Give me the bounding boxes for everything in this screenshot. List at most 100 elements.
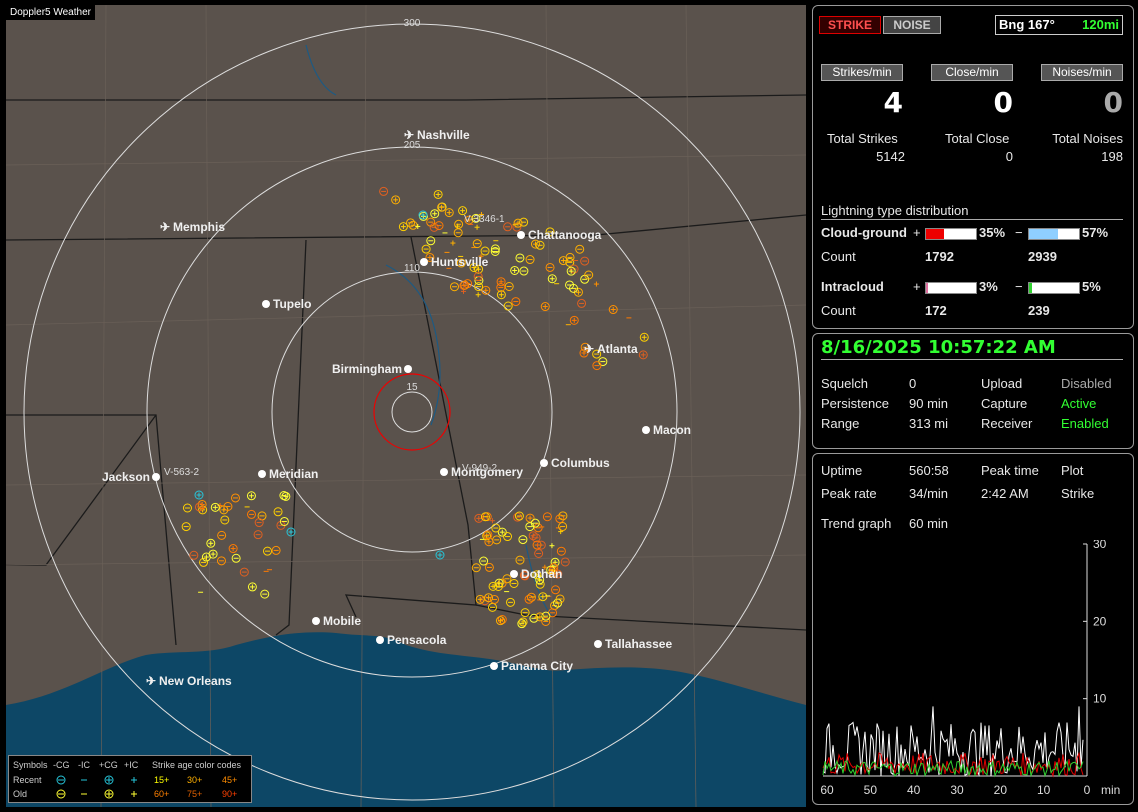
uptime-value: 560:58 <box>909 463 949 478</box>
city-marker[interactable]: Tallahassee <box>594 637 672 651</box>
city-dot-icon <box>152 473 160 481</box>
legend-col-3: +IC <box>124 760 139 770</box>
total-close-value: 0 <box>1005 149 1013 164</box>
noises-per-min-button[interactable]: Noises/min <box>1041 64 1123 81</box>
airport-icon: ✈ <box>146 674 156 688</box>
age-recent-1: 30+ <box>187 775 202 785</box>
map-canvas[interactable]: 30020511015 ✈ Nashville✈ MemphisChattanoog… <box>6 5 806 807</box>
city-label: Panama City <box>501 659 573 673</box>
capture-value: Active <box>1061 396 1097 411</box>
city-label: Birmingham <box>332 362 402 376</box>
legend-old-label: Old <box>13 789 27 799</box>
city-marker[interactable]: Pensacola <box>376 633 447 647</box>
city-marker[interactable]: ✈ Nashville <box>404 128 470 142</box>
legend-recent-symbols <box>56 775 137 785</box>
city-dot-icon <box>258 470 266 478</box>
distribution-title: Lightning type distribution <box>821 203 969 218</box>
total-strikes-label: Total Strikes <box>827 131 898 146</box>
trend-x-tick-label: 30 <box>950 783 964 797</box>
range-ring-label: 15 <box>406 382 418 393</box>
receiver-value: Enabled <box>1061 416 1109 431</box>
ic-positive-count: 172 <box>925 303 947 318</box>
total-close-label: Total Close <box>945 131 1010 146</box>
squelch-label: Squelch <box>821 376 868 391</box>
bearing-value: Bng 167° <box>999 17 1055 32</box>
city-marker[interactable]: Columbus <box>540 456 610 470</box>
lightning-map[interactable]: 300 205 110 15 ✈ Nashville ✈ Memphis Chattanoog… <box>6 5 806 807</box>
range-ring-label: 300 <box>404 18 421 29</box>
strikes-per-min-value: 4 <box>883 86 903 119</box>
vor-label: V-3346-1 <box>464 214 505 225</box>
ic-negative-bar <box>1028 282 1080 294</box>
city-dot-icon <box>510 570 518 578</box>
strike-mode-button[interactable]: STRIKE <box>819 16 881 34</box>
range-value: 313 mi <box>909 416 949 431</box>
total-noises-value: 198 <box>1101 149 1123 164</box>
cg-minus-sign: − <box>1015 225 1023 240</box>
city-label: Atlanta <box>597 342 638 356</box>
noise-mode-button[interactable]: NOISE <box>883 16 941 34</box>
ic-positive-pct: 3% <box>979 279 998 294</box>
city-marker[interactable]: ✈ Memphis <box>160 220 225 234</box>
ic-negative-count: 239 <box>1028 303 1050 318</box>
vor-label: V-563-2 <box>164 467 199 478</box>
city-dot-icon <box>376 636 384 644</box>
range-ring-label: 110 <box>404 263 420 274</box>
city-dot-icon <box>594 640 602 648</box>
cg-negative-bar <box>1028 228 1080 240</box>
total-noises-label: Total Noises <box>1052 131 1123 146</box>
legend-col-0: -CG <box>53 760 70 770</box>
cg-negative-count: 2939 <box>1028 249 1057 264</box>
status-divider <box>821 359 1123 360</box>
trend-graph-value: 60 min <box>909 516 949 531</box>
cg-positive-count: 1792 <box>925 249 954 264</box>
close-per-min-value: 0 <box>993 86 1013 119</box>
city-label: New Orleans <box>159 674 232 688</box>
legend-col-1: -IC <box>78 760 90 770</box>
trend-x-tick-label: 20 <box>994 783 1008 797</box>
app-title: Doppler5 Weather <box>6 5 95 20</box>
city-label: Huntsville <box>431 255 489 269</box>
cg-negative-pct: 57% <box>1082 225 1109 240</box>
city-marker[interactable]: Panama City <box>490 659 573 673</box>
trend-x-tick-label: 50 <box>864 783 878 797</box>
upload-label: Upload <box>981 376 1023 391</box>
city-marker[interactable]: ✈ New Orleans <box>146 674 232 688</box>
ic-plus-sign: + <box>913 279 921 294</box>
city-label: Nashville <box>417 128 470 142</box>
close-per-min-button[interactable]: Close/min <box>931 64 1013 81</box>
city-dot-icon <box>490 662 498 670</box>
plot-label: Plot <box>1061 463 1084 478</box>
trend-y-tick-label: 20 <box>1093 614 1107 628</box>
strikes-per-min-button[interactable]: Strikes/min <box>821 64 903 81</box>
city-dot-icon <box>517 231 525 239</box>
city-marker[interactable]: ✈ Atlanta <box>584 342 638 356</box>
ic-minus-sign: − <box>1015 279 1023 294</box>
trend-x-tick-label: 0 <box>1084 783 1091 797</box>
receiver-label: Receiver <box>981 416 1033 431</box>
city-label: Columbus <box>551 456 610 470</box>
airport-icon: ✈ <box>404 128 414 142</box>
city-marker[interactable]: Chattanooga <box>517 228 602 242</box>
peak-rate-label: Peak rate <box>821 486 877 501</box>
cloud-ground-label: Cloud-ground <box>821 225 907 240</box>
city-dot-icon <box>262 300 270 308</box>
trend-graph-label: Trend graph <box>821 516 892 531</box>
trend-y-tick-label: 30 <box>1093 540 1107 551</box>
city-marker[interactable]: Huntsville <box>420 255 489 269</box>
bearing-box: Bng 167° 120mi <box>995 15 1123 35</box>
trend-x-tick-label: 60 <box>820 783 834 797</box>
cg-negative-fill <box>1029 229 1058 239</box>
city-marker[interactable]: Birmingham <box>332 362 412 376</box>
airport-icon: ✈ <box>160 220 170 234</box>
plot-value: Strike <box>1061 486 1095 501</box>
vor-label: V-949-2 <box>462 463 497 474</box>
city-label: Tallahassee <box>605 637 672 651</box>
city-dot-icon <box>440 468 448 476</box>
trend-graph: 30 20 10 60 50 40 30 20 10 0 min <box>820 540 1120 797</box>
city-label: Mobile <box>323 614 361 628</box>
map-legend: Symbols -CG -IC +CG +IC Strike age color… <box>8 755 252 803</box>
city-label: Dothan <box>521 567 562 581</box>
peak-rate-value: 34/min <box>909 486 949 501</box>
squelch-value: 0 <box>909 376 917 391</box>
